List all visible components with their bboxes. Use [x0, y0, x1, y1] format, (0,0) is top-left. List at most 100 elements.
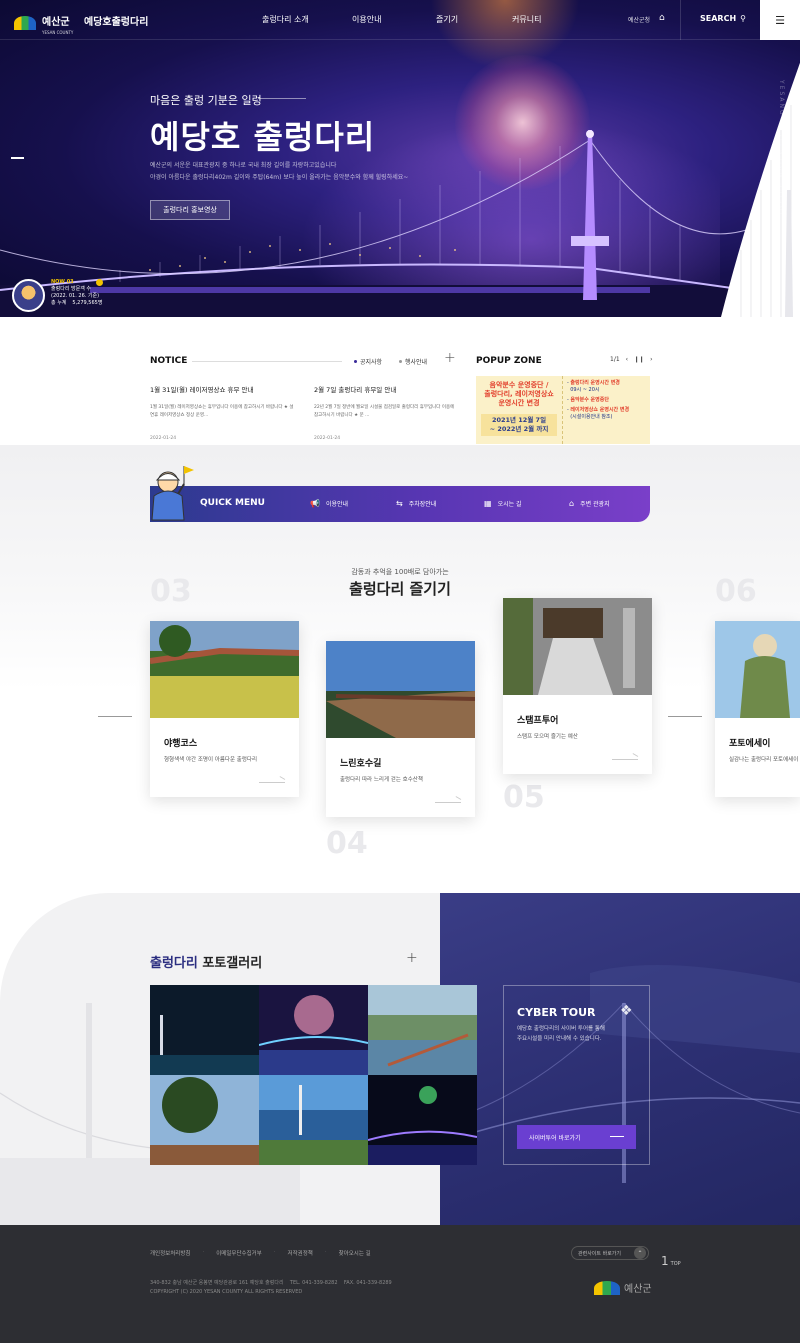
footer-link-copyright[interactable]: 저작권정책	[288, 1249, 313, 1257]
gallery-photo[interactable]	[150, 1075, 259, 1165]
nav-divider	[680, 0, 681, 40]
quick-item-guide[interactable]: 📢 이용안내	[310, 499, 348, 508]
cyber-tour-button[interactable]: 사이버투어 바로가기	[517, 1125, 636, 1149]
gallery-photo-image	[368, 985, 477, 1075]
inactive-dot-icon	[399, 360, 402, 363]
footer-link-privacy[interactable]: 개인정보처리방침	[150, 1249, 190, 1257]
gallery-photo-image	[150, 1075, 259, 1165]
popup-item-sub: 09시 ~ 20시	[570, 387, 600, 393]
footer-links: 개인정보처리방침 · 이메일무단수집거부 · 저작권정책 · 찾아오시는 길	[150, 1249, 371, 1257]
county-logo[interactable]: 예산군 YESAN COUNTY	[14, 10, 73, 35]
visitor-now-label: NOW 03	[51, 279, 74, 285]
bridge-illustration	[0, 130, 800, 317]
arrow-right-icon	[610, 1136, 624, 1137]
card-arrow-icon	[612, 755, 638, 760]
gallery-photo[interactable]	[259, 1075, 368, 1165]
gallery-photo-image	[368, 1075, 477, 1165]
nav-item-enjoy[interactable]: 즐기기	[436, 14, 458, 25]
hero-section: YESANG SUSPENSION BRIDGE 예산군 YESAN COUNT…	[0, 0, 800, 317]
popup-period: 2021년 12월 7일 ~ 2022년 2월 까지	[481, 414, 557, 436]
quick-item-label: 오시는 길	[497, 501, 522, 508]
enjoy-card[interactable]: 포토에세이 실감나는 출렁다리 포토에세이	[715, 621, 800, 797]
popup-list-item: - 출렁다리 운영시간 변경 09시 ~ 20시	[567, 380, 620, 393]
hero-subtitle-line	[258, 98, 306, 99]
popup-headline-line: 출렁다리, 레이저영상쇼	[484, 390, 554, 398]
gallery-photo[interactable]	[368, 1075, 477, 1165]
popup-page: 1/1	[610, 356, 620, 363]
gallery-title: 출렁다리 포토갤러리	[150, 952, 262, 971]
site-title[interactable]: 예당호출렁다리	[84, 13, 148, 28]
gallery-photo[interactable]	[368, 985, 477, 1075]
gallery-photo[interactable]	[150, 985, 259, 1075]
quick-item-tourism[interactable]: ⌂ 주변 관광지	[569, 499, 610, 508]
notice-item[interactable]: 2월 7일 출렁다리 휴무일 안내 22년 2월 7일 정반에 월요일 시설물 …	[314, 384, 459, 441]
carousel-prev-arrow-icon[interactable]	[98, 716, 132, 717]
enjoy-title: 출렁다리 즐기기	[349, 580, 451, 598]
quick-item-label: 주차장안내	[408, 501, 437, 508]
search-button[interactable]: SEARCH ⚲	[700, 14, 746, 23]
home-icon[interactable]: ⌂	[659, 13, 665, 23]
slide-number: 05	[503, 780, 545, 815]
footer	[0, 1225, 800, 1343]
scroll-top-button[interactable]: 1 TOP	[661, 1254, 681, 1268]
county-office-link[interactable]: 예산군청	[628, 15, 650, 24]
hamburger-menu-icon[interactable]: ☰	[760, 0, 800, 40]
nav-item-guide[interactable]: 이용안내	[352, 14, 381, 25]
megaphone-icon: 📢	[310, 499, 320, 508]
nav-item-community[interactable]: 커뮤니티	[512, 14, 541, 25]
county-logo-text: 예산군 YESAN COUNTY	[42, 17, 74, 36]
visitor-total-label: 총 누계	[51, 300, 67, 306]
popup-list-item: - 레이저영상쇼 운영시간 변경 (시설이용안내 참조)	[567, 407, 630, 420]
hero-description: 예산군의 서운운 대표관광지 중 하나로 국내 최장 길이를 자랑하고있습니다 …	[150, 160, 450, 184]
hero-title: 예당호 출렁다리	[150, 118, 376, 156]
footer-copyright: COPYRIGHT (C) 2020 YESAN COUNTY ALL RIGH…	[150, 1289, 303, 1295]
gallery-photo-image	[150, 985, 259, 1075]
gallery-photo-image	[259, 1075, 368, 1165]
chevron-up-icon[interactable]: ⌃	[634, 1247, 646, 1259]
tab-events[interactable]: 행사안내	[399, 357, 427, 366]
nav-item-intro[interactable]: 출렁다리 소개	[262, 14, 309, 25]
popup-banner[interactable]: 음악분수 운영중단 / 출렁다리, 레이저영상쇼 운영시간 변경 2021년 1…	[476, 376, 650, 444]
gallery-more-plus-icon[interactable]: +	[406, 950, 418, 966]
notice-more-plus-icon[interactable]: +	[444, 350, 456, 366]
hero-slide-indicator[interactable]	[11, 157, 24, 159]
quick-item-parking[interactable]: ⇆ 주차장안내	[396, 499, 436, 508]
enjoy-card[interactable]: 스탬프투어 스탬프 모으며 즐기는 예산	[503, 598, 652, 774]
footer-address-line: 340-832 충남 예산군 응봉면 예당관광로 161 예당호 출렁다리 TE…	[150, 1280, 392, 1286]
prev-arrow-icon[interactable]: ‹	[626, 356, 628, 363]
hero-curve-decoration	[721, 62, 800, 317]
pause-icon[interactable]: ❙❙	[634, 356, 644, 363]
card-desc: 형형색색 야간 조명이 아름다운 출렁다리	[164, 757, 258, 763]
enjoy-card[interactable]: 느린호수길 출렁다리 따라 느리게 걷는 호수산책	[326, 641, 476, 817]
cyber-emblem-icon: ❖	[620, 1003, 633, 1019]
footer-link-directions[interactable]: 찾아오시는 길	[339, 1249, 371, 1257]
popup-left: 음악분수 운영중단 / 출렁다리, 레이저영상쇼 운영시간 변경 2021년 1…	[476, 376, 562, 444]
top-navigation-bar: 예산군 YESAN COUNTY 예당호출렁다리 출렁다리 소개 이용안내 즐기…	[0, 0, 800, 40]
visitor-avatar	[12, 279, 45, 312]
footer-link-email[interactable]: 이메일무단수집거부	[216, 1249, 262, 1257]
popup-item-title: 출렁다리 운영시간 변경	[570, 380, 620, 386]
card-title: 야행코스	[164, 739, 198, 749]
footer-logo-text: 예산군	[624, 1284, 652, 1295]
quick-item-directions[interactable]: ▦ 오시는 길	[484, 499, 522, 508]
card-image	[149, 621, 300, 718]
visitor-label: 출렁다리 방문객 수	[51, 286, 91, 292]
vertical-caption: YESANG SUSPENSION BRIDGE	[778, 80, 785, 219]
notice-date: 2022-01-24	[150, 436, 177, 441]
promo-video-button[interactable]: 출렁다리 홍보영상	[150, 200, 230, 220]
hero-desc-line: 예산군의 서운운 대표관광지 중 하나로 국내 최장 길이를 자랑하고있습니다	[150, 162, 337, 169]
carousel-next-arrow-icon[interactable]	[668, 716, 702, 717]
enjoy-card[interactable]: 야행코스 형형색색 야간 조명이 아름다운 출렁다리	[149, 621, 300, 797]
county-logo-mark	[14, 15, 36, 30]
card-body: 포토에세이 실감나는 출렁다리 포토에세이	[715, 722, 800, 797]
cyber-button-label: 사이버투어 바로가기	[529, 1134, 581, 1142]
card-desc: 출렁다리 따라 느리게 걷는 호수산책	[340, 777, 423, 783]
mascot-illustration	[151, 466, 194, 521]
popup-headline: 음악분수 운영중단 / 출렁다리, 레이저영상쇼 운영시간 변경	[481, 381, 557, 408]
cyber-desc: 예당호 출렁다리의 사이버 투어를 통해 주요시설을 미리 안내해 수 있습니다…	[517, 1024, 637, 1044]
tab-notice[interactable]: 공지사항	[354, 357, 382, 366]
gallery-photo[interactable]	[259, 985, 368, 1075]
notice-item[interactable]: 1월 31일(월) 레이저영상쇼 휴무 안내 1월 31일(월) 레이저영상쇼는…	[150, 384, 295, 441]
card-image	[503, 598, 652, 695]
next-arrow-icon[interactable]: ›	[650, 356, 652, 363]
